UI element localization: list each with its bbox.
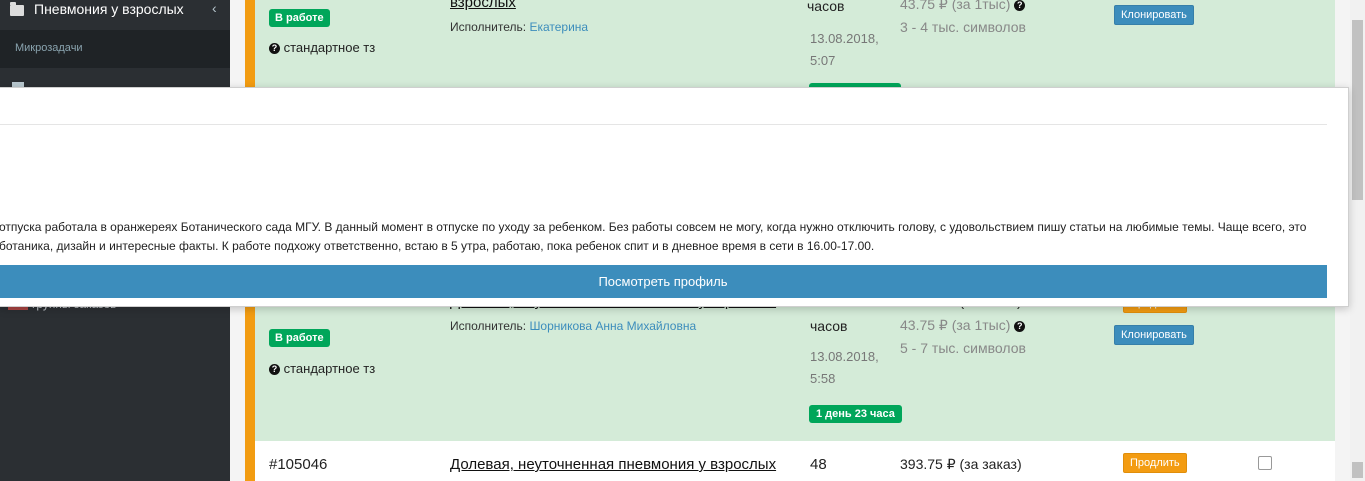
hours-value: 48 [810, 456, 827, 473]
row-checkbox[interactable] [1258, 456, 1272, 470]
executor-profile-popover: отпуска работала в оранжереях Ботаническ… [0, 87, 1349, 307]
scrollbar-thumb-lower[interactable] [1352, 462, 1363, 478]
spec-info: ? стандартное тз [269, 361, 375, 376]
red-marker [8, 307, 28, 310]
size-range: 3 - 4 тыс. символов [900, 19, 1026, 35]
spec-label: стандартное тз [283, 40, 376, 55]
order-date: 13.08.2018, 5:58 [810, 346, 879, 390]
table-row: В работе ? стандартное тз взрослых Испол… [245, 0, 1335, 89]
bio-line: ботаника, дизайн и интересные факты. К р… [0, 239, 875, 253]
price-per-thousand: 43.75 ₽ (за 1тыс) ? [900, 317, 1026, 334]
time-left-badge: 1 день 23 часа [809, 405, 902, 423]
popover-divider [0, 124, 1327, 125]
status-badge: В работе [269, 329, 330, 347]
time-line: 5:58 [810, 371, 836, 386]
time-line: 5:07 [810, 53, 836, 68]
executor-label: Исполнитель: [450, 20, 527, 34]
spec-label: стандартное тз [283, 361, 376, 376]
scrollbar-thumb[interactable] [1352, 20, 1363, 200]
question-icon[interactable]: ? [269, 43, 280, 55]
table-row: #105046 Долевая, неуточненная пневмония … [245, 441, 1335, 481]
bio-line: отпуска работала в оранжереях Ботаническ… [0, 220, 1307, 234]
date-line: 13.08.2018, [810, 349, 879, 364]
sidebar-item-pneumonia[interactable]: Пневмония у взрослых ‹ [0, 0, 230, 30]
duration-unit: часов [810, 318, 848, 334]
order-id: #105046 [269, 456, 328, 473]
executor-info: Исполнитель: Шорникова Анна Михайловна [450, 319, 696, 333]
status-badge: В работе [269, 9, 330, 27]
executor-label: Исполнитель: [450, 319, 527, 333]
price-total: 393.75 ₽ (за заказ) [900, 456, 1022, 472]
order-title-link[interactable]: Долевая, неуточненная пневмония у взросл… [450, 456, 776, 473]
sidebar-subitem-label: Микрозадачи [15, 42, 83, 54]
page-scrollbar[interactable] [1350, 0, 1365, 481]
executor-link[interactable]: Шорникова Анна Михайловна [529, 319, 696, 333]
date-line: 13.08.2018, [810, 31, 879, 46]
order-date: 13.08.2018, 5:07 [810, 28, 879, 72]
row-stripe [245, 441, 255, 481]
clone-button[interactable]: Клонировать [1114, 325, 1194, 345]
extend-button[interactable]: Продлить [1123, 453, 1187, 473]
spec-info: ? стандартное тз [269, 40, 375, 55]
executor-bio: отпуска работала в оранжереях Ботаническ… [0, 218, 1339, 256]
executor-link[interactable]: Екатерина [529, 20, 588, 34]
sidebar-item-partial[interactable] [0, 68, 230, 88]
size-range: 5 - 7 тыс. символов [900, 340, 1026, 356]
view-profile-button[interactable]: Посмотреть профиль [0, 265, 1327, 298]
executor-info: Исполнитель: Екатерина [450, 20, 588, 34]
question-icon[interactable]: ? [269, 364, 280, 376]
price-per-label: 43.75 ₽ (за 1тыс) [900, 317, 1011, 333]
chevron-left-icon[interactable]: ‹ [212, 0, 217, 16]
price-per-label: 43.75 ₽ (за 1тыс) [900, 0, 1011, 12]
duration-unit: часов [807, 0, 845, 14]
clone-button[interactable]: Клонировать [1114, 5, 1194, 25]
question-icon[interactable]: ? [1014, 320, 1026, 332]
folder-icon [10, 2, 24, 16]
order-title-link[interactable]: взрослых [450, 0, 516, 11]
sidebar-subitem-microtasks[interactable]: Микрозадачи [0, 30, 230, 68]
row-stripe [245, 0, 255, 87]
sidebar-item-label: Пневмония у взрослых [34, 1, 184, 17]
price-per-thousand: 43.75 ₽ (за 1тыс) ? [900, 0, 1026, 13]
question-icon[interactable]: ? [1014, 0, 1026, 11]
